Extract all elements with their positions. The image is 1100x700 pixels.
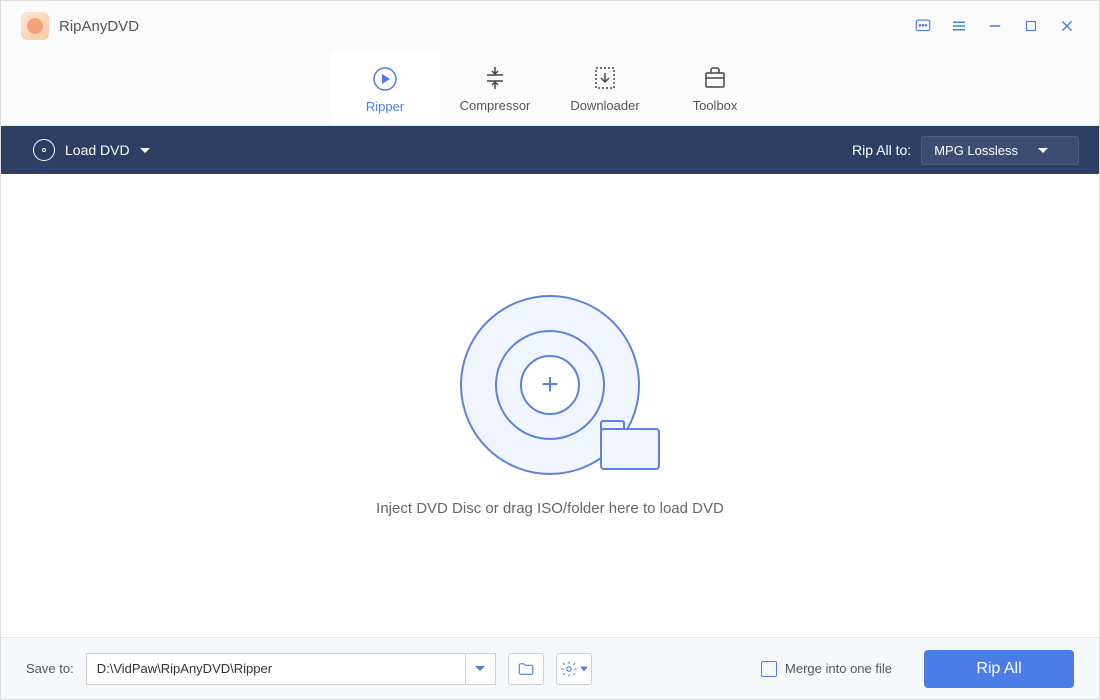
output-format-select[interactable]: MPG Lossless xyxy=(921,136,1079,165)
maximize-button[interactable] xyxy=(1019,14,1043,38)
tab-toolbox[interactable]: Toolbox xyxy=(660,51,770,125)
merge-label: Merge into one file xyxy=(785,661,892,676)
main-dropzone[interactable]: + Inject DVD Disc or drag ISO/folder her… xyxy=(1,174,1099,637)
compress-icon xyxy=(481,64,509,92)
chevron-down-icon xyxy=(475,666,485,671)
tab-label: Toolbox xyxy=(693,98,738,113)
toolbox-icon xyxy=(701,64,729,92)
menu-icon[interactable] xyxy=(947,14,971,38)
output-path-input[interactable]: D:\VidPaw\RipAnyDVD\Ripper xyxy=(86,653,466,685)
play-circle-icon xyxy=(371,65,399,93)
folder-icon xyxy=(600,422,660,470)
tab-nav: Ripper Compressor Downloader Toolbox xyxy=(1,51,1099,126)
feedback-icon[interactable] xyxy=(911,14,935,38)
merge-checkbox[interactable] xyxy=(761,661,777,677)
tab-compressor[interactable]: Compressor xyxy=(440,51,550,125)
tab-label: Downloader xyxy=(570,98,639,113)
rip-all-button[interactable]: Rip All xyxy=(924,650,1074,688)
tab-downloader[interactable]: Downloader xyxy=(550,51,660,125)
titlebar-left: RipAnyDVD xyxy=(21,12,139,40)
app-title: RipAnyDVD xyxy=(59,18,139,35)
chevron-down-icon xyxy=(1038,148,1048,153)
footer-bar: Save to: D:\VidPaw\RipAnyDVD\Ripper Merg… xyxy=(1,637,1099,699)
tab-ripper[interactable]: Ripper xyxy=(330,51,440,125)
format-selected-value: MPG Lossless xyxy=(934,143,1018,158)
disc-illustration-icon: + xyxy=(450,295,650,475)
close-button[interactable] xyxy=(1055,14,1079,38)
browse-folder-button[interactable] xyxy=(508,653,544,685)
tab-label: Compressor xyxy=(460,98,531,113)
settings-button[interactable] xyxy=(556,653,592,685)
chevron-down-icon xyxy=(140,148,150,153)
titlebar: RipAnyDVD xyxy=(1,1,1099,51)
load-dvd-button[interactable]: Load DVD xyxy=(21,133,162,167)
minimize-button[interactable] xyxy=(983,14,1007,38)
tab-label: Ripper xyxy=(366,99,404,114)
download-icon xyxy=(591,64,619,92)
load-dvd-label: Load DVD xyxy=(65,142,130,158)
disc-icon xyxy=(33,139,55,161)
ripall-to-label: Rip All to: xyxy=(852,142,911,158)
saveto-label: Save to: xyxy=(26,661,74,676)
app-logo-icon xyxy=(21,12,49,40)
action-bar: Load DVD Rip All to: MPG Lossless xyxy=(1,126,1099,174)
dropzone-instruction: Inject DVD Disc or drag ISO/folder here … xyxy=(376,500,724,517)
path-dropdown-button[interactable] xyxy=(466,653,496,685)
